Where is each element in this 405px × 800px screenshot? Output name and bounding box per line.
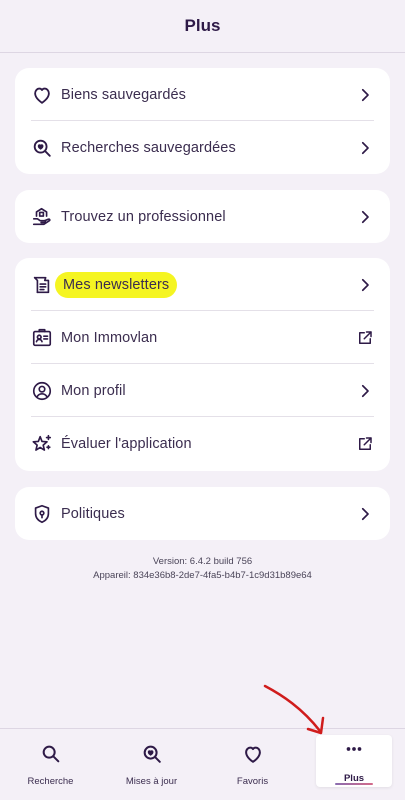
- more-dots-icon: [343, 738, 365, 765]
- policies-group-card: Politiques: [15, 487, 390, 540]
- external-link-icon: [356, 329, 374, 347]
- professional-group-card: Trouvez un professionnel: [15, 190, 390, 243]
- chevron-right-icon: [356, 86, 374, 104]
- menu-item-label: Évaluer l'application: [61, 435, 192, 452]
- menu-item-label: Trouvez un professionnel: [61, 208, 226, 225]
- chevron-right-icon: [356, 382, 374, 400]
- menu-item-policies[interactable]: Politiques: [15, 487, 390, 540]
- chevron-right-icon: [356, 208, 374, 226]
- tab-mises-a-jour[interactable]: Mises à jour: [101, 729, 202, 800]
- heart-icon: [31, 84, 53, 106]
- menu-item-saved-properties[interactable]: Biens sauvegardés: [15, 68, 390, 121]
- tab-label: Recherche: [27, 776, 74, 787]
- house-hand-icon: [31, 206, 53, 228]
- menu-item-profile[interactable]: Mon profil: [15, 364, 390, 417]
- id-card-icon: [31, 327, 53, 349]
- saved-group-card: Biens sauvegardés Recherches sauvegardée…: [15, 68, 390, 174]
- page-title: Plus: [184, 16, 221, 35]
- search-icon: [40, 743, 62, 770]
- menu-item-label: Mes newsletters: [55, 271, 178, 298]
- user-circle-icon: [31, 380, 53, 402]
- tab-label: Mises à jour: [125, 776, 178, 787]
- search-heart-icon: [141, 743, 163, 770]
- app-header: Plus: [0, 0, 405, 53]
- tab-recherche[interactable]: Recherche: [0, 729, 101, 800]
- heart-icon: [242, 743, 264, 770]
- star-sparkle-icon: [31, 433, 53, 455]
- chevron-right-icon: [356, 139, 374, 157]
- external-link-icon: [356, 435, 374, 453]
- menu-item-label: Biens sauvegardés: [61, 86, 187, 103]
- shield-icon: [31, 503, 53, 525]
- menu-item-saved-searches[interactable]: Recherches sauvegardées: [15, 121, 390, 174]
- tab-plus[interactable]: Plus: [316, 735, 392, 787]
- active-tab-indicator: [335, 783, 373, 785]
- menu-item-mon-immovlan[interactable]: Mon Immovlan: [15, 311, 390, 364]
- menu-item-label: Recherches sauvegardées: [61, 139, 236, 156]
- menu-item-find-professional[interactable]: Trouvez un professionnel: [15, 190, 390, 243]
- account-group-card: Mes newsletters Mon Immovlan Mon profil …: [15, 258, 390, 471]
- search-heart-icon: [31, 137, 53, 159]
- menu-item-label: Mon profil: [61, 382, 126, 399]
- menu-item-newsletters[interactable]: Mes newsletters: [15, 258, 390, 311]
- device-id-text: Appareil: 834e36b8-2de7-4fa5-b4b7-1c9d31…: [93, 570, 312, 581]
- version-text: Version: 6.4.2 build 756: [152, 556, 253, 567]
- newsletter-icon: [31, 274, 53, 296]
- menu-item-rate-app[interactable]: Évaluer l'application: [15, 417, 390, 470]
- chevron-right-icon: [356, 276, 374, 294]
- bottom-tab-bar: Recherche Mises à jour Favoris Plus: [0, 728, 405, 800]
- tab-favoris[interactable]: Favoris: [202, 729, 303, 800]
- menu-item-label: Mon Immovlan: [61, 329, 158, 346]
- menu-item-label: Politiques: [61, 505, 125, 522]
- chevron-right-icon: [356, 505, 374, 523]
- tab-label: Favoris: [236, 776, 269, 787]
